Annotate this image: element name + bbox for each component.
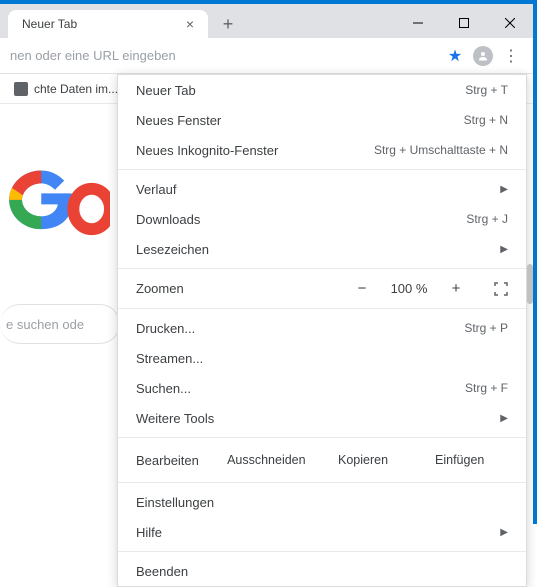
menu-label: Neues Inkognito-Fenster — [136, 143, 374, 158]
menu-item-new-incognito[interactable]: Neues Inkognito-Fenster Strg + Umschaltt… — [118, 135, 526, 165]
search-placeholder: e suchen ode — [6, 317, 84, 332]
menu-label: Streamen... — [136, 351, 508, 366]
bookmark-label: chte Daten im... — [34, 82, 118, 96]
chevron-right-icon: ▶ — [500, 184, 508, 195]
menu-separator — [118, 268, 526, 269]
profile-avatar[interactable] — [469, 42, 497, 70]
omnibox[interactable]: nen oder eine URL eingeben — [0, 42, 441, 69]
menu-item-help[interactable]: Hilfe ▶ — [118, 517, 526, 547]
menu-separator — [118, 551, 526, 552]
close-window-button[interactable] — [487, 8, 533, 38]
zoom-controls: − 100 % + — [352, 280, 508, 297]
menu-item-downloads[interactable]: Downloads Strg + J — [118, 204, 526, 234]
minimize-button[interactable] — [395, 8, 441, 38]
menu-label: Hilfe — [136, 525, 490, 540]
chevron-right-icon: ▶ — [500, 413, 508, 424]
menu-separator — [118, 482, 526, 483]
menu-shortcut: Strg + N — [464, 113, 508, 127]
menu-item-bookmarks[interactable]: Lesezeichen ▶ — [118, 234, 526, 264]
menu-item-new-tab[interactable]: Neuer Tab Strg + T — [118, 75, 526, 105]
menu-item-zoom: Zoomen − 100 % + — [118, 273, 526, 304]
menu-shortcut: Strg + F — [465, 381, 508, 395]
tabstrip: Neuer Tab × + — [0, 10, 395, 38]
edit-label: Bearbeiten — [136, 453, 218, 468]
plus-icon: + — [223, 14, 234, 35]
menu-label: Suchen... — [136, 381, 465, 396]
avatar-icon — [473, 46, 493, 66]
menu-shortcut: Strg + P — [464, 321, 508, 335]
chevron-right-icon: ▶ — [500, 244, 508, 255]
menu-shortcut: Strg + Umschalttaste + N — [374, 143, 508, 157]
close-icon[interactable]: × — [182, 16, 198, 32]
chevron-right-icon: ▶ — [500, 527, 508, 538]
google-logo — [0, 164, 110, 259]
titlebar: Neuer Tab × + — [0, 4, 533, 38]
menu-separator — [118, 308, 526, 309]
paste-button[interactable]: Einfügen — [411, 449, 508, 471]
search-input-stub[interactable]: e suchen ode — [0, 304, 120, 344]
menu-label: Neues Fenster — [136, 113, 464, 128]
window-controls — [395, 8, 533, 38]
menu-button[interactable]: ⋮ — [497, 42, 525, 70]
menu-label: Neuer Tab — [136, 83, 465, 98]
menu-item-settings[interactable]: Einstellungen — [118, 487, 526, 517]
menu-item-history[interactable]: Verlauf ▶ — [118, 174, 526, 204]
new-tab-button[interactable]: + — [214, 10, 242, 38]
menu-item-find[interactable]: Suchen... Strg + F — [118, 373, 526, 403]
tab-title: Neuer Tab — [22, 17, 77, 31]
menu-item-print[interactable]: Drucken... Strg + P — [118, 313, 526, 343]
menu-item-exit[interactable]: Beenden — [118, 556, 526, 586]
maximize-button[interactable] — [441, 8, 487, 38]
cut-button[interactable]: Ausschneiden — [218, 449, 315, 471]
menu-label: Beenden — [136, 564, 508, 579]
menu-item-more-tools[interactable]: Weitere Tools ▶ — [118, 403, 526, 433]
menu-label: Verlauf — [136, 182, 490, 197]
menu-label: Downloads — [136, 212, 466, 227]
menu-separator — [118, 437, 526, 438]
copy-button[interactable]: Kopieren — [315, 449, 412, 471]
browser-tab[interactable]: Neuer Tab × — [8, 10, 208, 38]
bookmark-star-icon[interactable]: ★ — [441, 42, 469, 70]
toolbar: nen oder eine URL eingeben ★ ⋮ — [0, 38, 533, 74]
bookmark-item[interactable]: chte Daten im... — [6, 78, 126, 100]
menu-shortcut: Strg + T — [465, 83, 508, 97]
menu-label: Weitere Tools — [136, 411, 490, 426]
zoom-label: Zoomen — [136, 281, 352, 296]
fullscreen-button[interactable] — [494, 282, 508, 296]
main-menu-dropdown: Neuer Tab Strg + T Neues Fenster Strg + … — [117, 74, 527, 587]
favicon-icon — [14, 82, 28, 96]
zoom-value: 100 % — [386, 281, 432, 296]
menu-item-cast[interactable]: Streamen... — [118, 343, 526, 373]
menu-label: Drucken... — [136, 321, 464, 336]
scrollbar-thumb[interactable] — [527, 264, 533, 304]
menu-separator — [118, 169, 526, 170]
menu-item-edit: Bearbeiten Ausschneiden Kopieren Einfüge… — [118, 442, 526, 478]
zoom-out-button[interactable]: − — [352, 280, 372, 297]
zoom-in-button[interactable]: + — [446, 280, 466, 297]
menu-label: Einstellungen — [136, 495, 508, 510]
menu-label: Lesezeichen — [136, 242, 490, 257]
menu-item-new-window[interactable]: Neues Fenster Strg + N — [118, 105, 526, 135]
menu-shortcut: Strg + J — [466, 212, 508, 226]
